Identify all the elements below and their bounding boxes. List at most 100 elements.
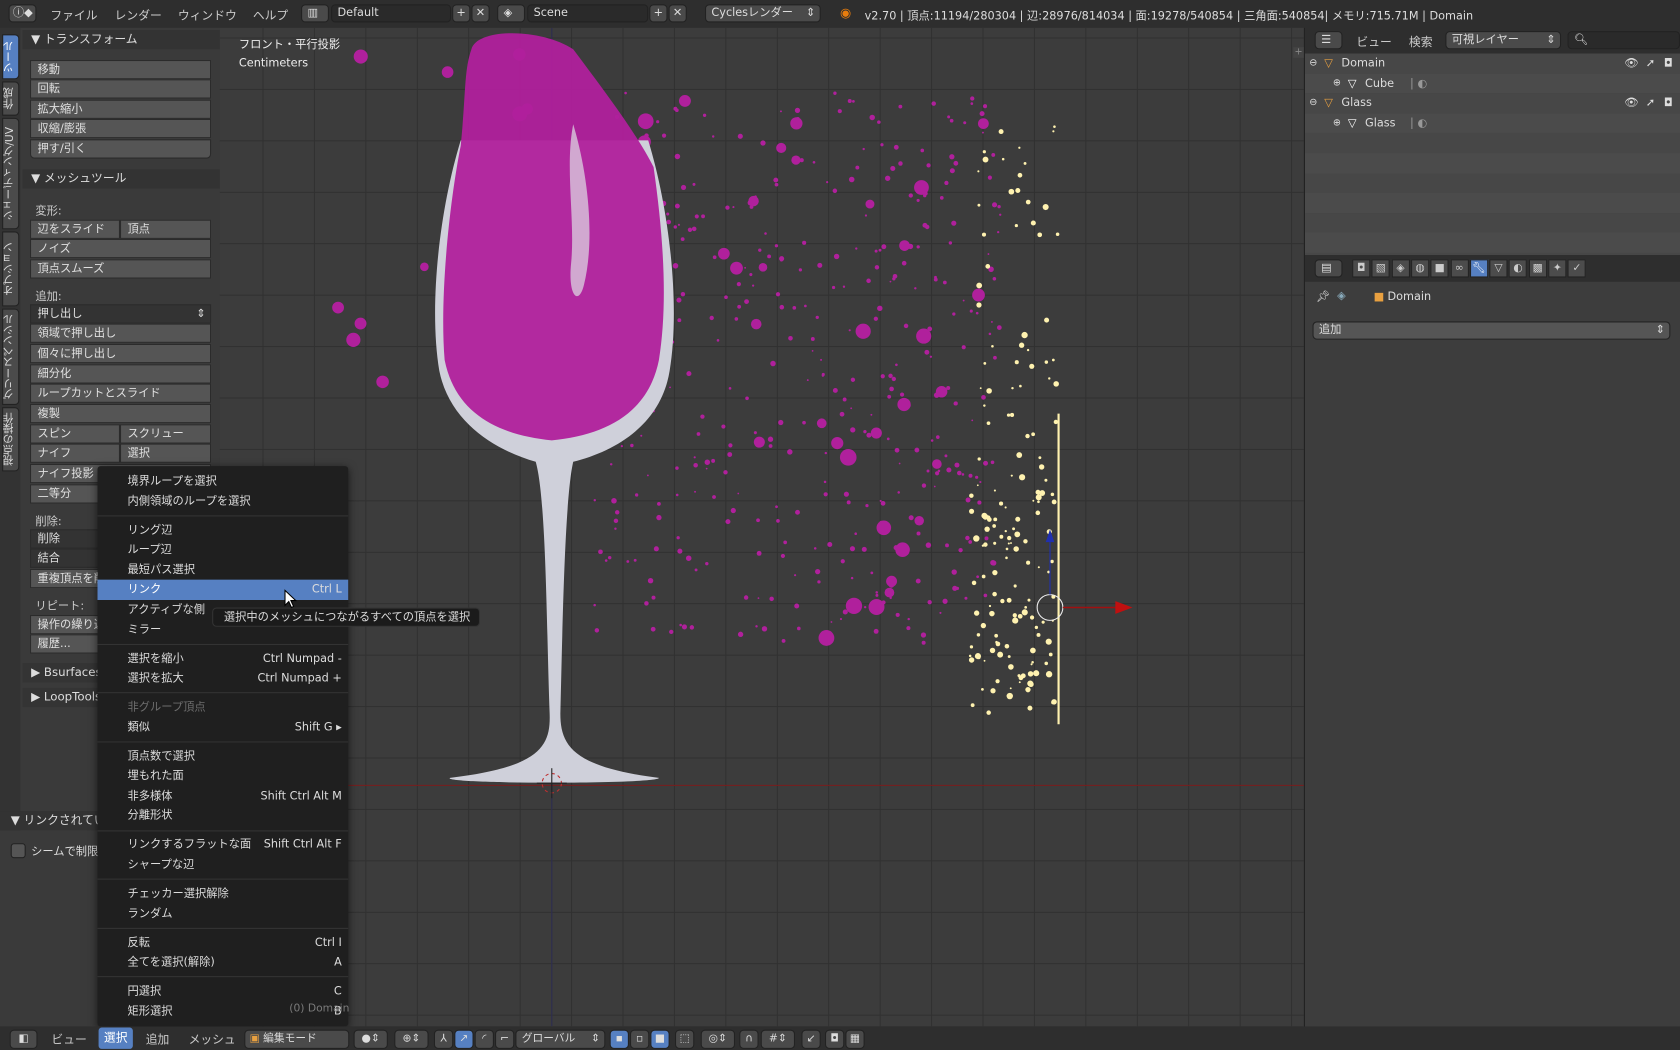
pivot-select[interactable]: ⊕⇕: [394, 1029, 429, 1049]
tab-create[interactable]: 作成: [2, 81, 20, 116]
tab-world-icon[interactable]: ◍: [1410, 259, 1430, 278]
menu-view[interactable]: ビュー: [51, 1031, 86, 1048]
mesh-tools-panel-header[interactable]: ▼ メッシュツール: [22, 169, 220, 189]
knife-button[interactable]: ナイフ: [30, 443, 121, 463]
outliner-search-menu[interactable]: 検索: [1409, 33, 1433, 50]
proportional-edit-select[interactable]: ◎⇕: [700, 1029, 736, 1049]
outliner-editor-button[interactable]: ☰: [1314, 31, 1343, 50]
menu-item[interactable]: 円選択 C: [98, 981, 349, 1001]
scale-manipulator[interactable]: ⌐: [495, 1029, 515, 1049]
menu-item[interactable]: 類似 Shift G ▸: [98, 717, 349, 737]
add-scene-button[interactable]: +: [649, 4, 668, 23]
menu-render[interactable]: レンダー: [115, 6, 162, 23]
render-engine-select[interactable]: Cyclesレンダー ⇕: [705, 4, 821, 23]
outliner-row[interactable]: ⊖ ▽ Domain 👁︎ ➚ ◘: [1305, 53, 1680, 74]
outliner-row[interactable]: ⊖ ▽ Glass 👁︎ ➚ ◘: [1305, 93, 1680, 114]
manipulator-toggle[interactable]: ⅄: [433, 1029, 454, 1049]
spin-button[interactable]: スピン: [30, 424, 121, 444]
menu-item[interactable]: 分離形状: [98, 806, 349, 826]
tab-physics-icon[interactable]: ✓: [1567, 259, 1587, 278]
scene-field[interactable]: Scene: [527, 4, 649, 23]
tab-scene-icon[interactable]: ◈: [1391, 259, 1410, 278]
menu-item[interactable]: ランダム: [98, 904, 349, 924]
tab-render-layers-icon[interactable]: ▧: [1371, 259, 1390, 278]
render-camera-icon[interactable]: ◘: [1664, 54, 1673, 74]
outliner-item-name[interactable]: Glass: [1341, 93, 1371, 113]
outliner-view-menu[interactable]: ビュー: [1356, 33, 1391, 50]
properties-editor-button[interactable]: ▤: [1314, 259, 1343, 278]
menu-window[interactable]: ウィンドウ: [178, 6, 237, 23]
menu-item[interactable]: 境界ループを選択: [98, 471, 349, 491]
menu-item[interactable]: リンク Ctrl L: [97, 580, 349, 600]
translate-manipulator[interactable]: ↗: [454, 1029, 474, 1049]
menu-item[interactable]: チェッカー選択解除: [98, 884, 349, 904]
menu-item[interactable]: シャープな辺: [98, 855, 349, 875]
edge-select-mode[interactable]: ▫: [630, 1029, 650, 1049]
face-select-mode[interactable]: ■: [650, 1029, 670, 1049]
menu-item[interactable]: ループ辺: [98, 540, 349, 560]
knife-select-button[interactable]: 選択: [120, 443, 212, 463]
mode-select[interactable]: ▣ 編集モード: [244, 1029, 350, 1049]
tab-data-icon[interactable]: ▽: [1489, 259, 1508, 278]
eye-icon[interactable]: 👁︎: [1624, 93, 1638, 113]
delete-layout-button[interactable]: ✕: [471, 4, 490, 23]
layout-icon-button[interactable]: ▥: [301, 4, 329, 23]
tab-constraints-icon[interactable]: ∞: [1450, 259, 1469, 278]
menu-item[interactable]: 埋もれた面: [98, 766, 349, 786]
scene-icon-button[interactable]: ◈: [497, 4, 526, 23]
tab-shading-uv[interactable]: シェーディング/UV: [2, 117, 20, 230]
outliner-row[interactable]: ⊕ ▽ Glass | ◐: [1305, 113, 1680, 134]
render-camera-icon[interactable]: ◘: [1664, 93, 1673, 113]
noise-button[interactable]: ノイズ: [30, 238, 212, 259]
select-arrow-icon[interactable]: ➚: [1646, 93, 1655, 113]
layout-field[interactable]: Default: [331, 4, 452, 23]
snap-toggle[interactable]: ∩: [739, 1029, 759, 1049]
menu-item[interactable]: 最短パス選択: [98, 560, 349, 580]
pin-icon[interactable]: 📌︎: [1316, 289, 1330, 303]
rotate-button[interactable]: 回転: [30, 79, 212, 99]
tab-tools[interactable]: ツール: [2, 34, 20, 80]
render-animation-button[interactable]: ▦: [845, 1029, 865, 1049]
loopcut-button[interactable]: ループカットとスライド: [30, 383, 212, 403]
vertex-slide-button[interactable]: 頂点: [120, 219, 212, 239]
menu-select[interactable]: 選択: [98, 1027, 133, 1049]
outliner-search-input[interactable]: 🔍︎: [1567, 31, 1680, 50]
tab-modifiers-icon[interactable]: 🔧︎: [1469, 259, 1488, 278]
orientation-select[interactable]: グローバル ⇕: [515, 1029, 606, 1049]
add-region-icon[interactable]: +: [1293, 47, 1304, 58]
menu-item[interactable]: 内側領域のループを選択: [98, 491, 349, 511]
push-pull-button[interactable]: 押す/引く: [30, 139, 212, 159]
subdivide-button[interactable]: 細分化: [30, 364, 212, 384]
rotate-manipulator[interactable]: ◜: [474, 1029, 494, 1049]
tab-render-icon[interactable]: ◘: [1352, 259, 1371, 278]
menu-file[interactable]: ファイル: [50, 6, 97, 23]
select-arrow-icon[interactable]: ➚: [1646, 54, 1655, 74]
menu-item[interactable]: 選択を拡大 Ctrl Numpad +: [98, 669, 349, 689]
collapse-icon[interactable]: ⊖: [1309, 93, 1317, 113]
menu-item[interactable]: 頂点数で選択: [98, 746, 349, 766]
editor-type-button[interactable]: ◧: [9, 1029, 38, 1049]
info-editor-button[interactable]: ⓘ◆: [8, 4, 37, 23]
duplicate-button[interactable]: 複製: [30, 403, 212, 424]
eye-icon[interactable]: 👁︎: [1624, 54, 1638, 74]
extrude-individual-button[interactable]: 個々に押し出し: [30, 343, 212, 364]
add-modifier-select[interactable]: 追加 ⇕: [1312, 321, 1671, 340]
delimit-seam-checkbox[interactable]: [10, 843, 26, 859]
menu-item[interactable]: 選択を縮小 Ctrl Numpad -: [98, 649, 349, 669]
collapse-icon[interactable]: ⊖: [1309, 54, 1317, 74]
menu-item[interactable]: 反転 Ctrl I: [98, 933, 349, 953]
tab-material-icon[interactable]: ◐: [1508, 259, 1528, 278]
menu-item[interactable]: リンクするフラットな面 Shift Ctrl Alt F: [98, 835, 349, 855]
outliner-item-name[interactable]: Domain: [1341, 54, 1385, 74]
menu-help[interactable]: ヘルプ: [253, 6, 288, 23]
extrude-select[interactable]: 押し出し ⇕: [30, 304, 212, 324]
occlude-geometry-toggle[interactable]: ⬚: [675, 1029, 695, 1049]
screw-button[interactable]: スクリュー: [120, 424, 212, 444]
scale-button[interactable]: 拡大縮小: [30, 99, 212, 119]
smooth-vertex-button[interactable]: 頂点スムーズ: [30, 259, 212, 279]
3d-viewport[interactable]: フロント・平行投影 Centimeters +: [219, 27, 1304, 1027]
tab-options[interactable]: オプション: [2, 231, 20, 307]
delete-scene-button[interactable]: ✕: [668, 4, 687, 23]
outliner-item-name[interactable]: Cube: [1365, 73, 1394, 93]
expand-icon[interactable]: ⊕: [1333, 113, 1341, 133]
